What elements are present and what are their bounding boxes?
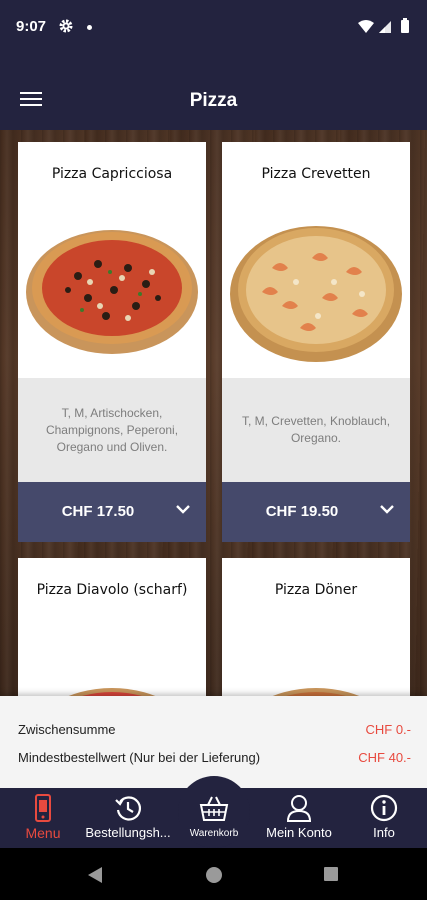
home-icon[interactable] <box>205 866 223 884</box>
product-price-bar[interactable]: CHF 17.50 <box>18 482 206 542</box>
settings-gear-icon <box>59 19 73 33</box>
product-card-crevetten[interactable]: Pizza Crevetten T, M, Crevetten, Knoblau… <box>222 142 410 542</box>
status-icons <box>358 18 409 33</box>
product-card-doener[interactable]: Pizza Döner <box>222 558 410 696</box>
product-card-diavolo[interactable]: Pizza Diavolo (scharf) <box>18 558 206 696</box>
product-description: T, M, Artischocken, Champignons, Peperon… <box>18 378 206 482</box>
pizza-doener-image <box>272 688 360 696</box>
menu-phone-icon <box>35 794 51 822</box>
nav-info-label: Info <box>373 825 395 840</box>
subtotal-value: CHF 0.- <box>365 722 412 737</box>
user-icon <box>286 795 312 822</box>
product-price-bar[interactable]: CHF 19.50 <box>222 482 410 542</box>
product-title: Pizza Crevetten <box>261 166 371 182</box>
product-card-capricciosa[interactable]: Pizza Capricciosa T, M, Artischocken, Ch… <box>18 142 206 542</box>
nav-cart-label: Warenkorb <box>189 828 239 839</box>
basket-icon <box>199 796 229 821</box>
signal-icon <box>379 21 391 33</box>
nav-menu-label: Menu <box>25 825 61 841</box>
chevron-down-icon[interactable] <box>176 504 190 514</box>
subtotal-label: Zwischensumme <box>18 722 116 737</box>
subtotal-row: Zwischensumme CHF 0.- <box>18 722 411 742</box>
product-title: Pizza Döner <box>274 582 358 598</box>
pizza-crevetten-image <box>230 226 402 362</box>
bottom-navigation: Menu Bestellungsh... Warenkorb Mein Kont… <box>0 776 427 848</box>
history-icon <box>115 796 141 821</box>
battery-icon <box>401 18 409 33</box>
minimum-order-value: CHF 40.- <box>358 750 411 765</box>
nav-menu[interactable]: Menu <box>8 788 78 848</box>
nav-order-history[interactable]: Bestellungsh... <box>82 788 174 848</box>
back-icon[interactable] <box>86 866 104 884</box>
status-bar: 9:07 <box>0 0 427 56</box>
notification-dot-icon <box>87 25 92 30</box>
wifi-icon <box>358 20 374 33</box>
recents-icon[interactable] <box>323 866 339 882</box>
product-description: T, M, Crevetten, Knoblauch, Oregano. <box>222 378 410 482</box>
info-icon <box>370 794 398 822</box>
system-navigation-bar <box>0 848 427 900</box>
nav-cart[interactable]: Warenkorb <box>178 788 250 848</box>
product-price: CHF 19.50 <box>265 503 339 520</box>
product-title: Pizza Diavolo (scharf) <box>36 582 188 598</box>
product-grid[interactable]: Pizza Capricciosa T, M, Artischocken, Ch… <box>0 130 427 696</box>
pizza-diavolo-image <box>68 688 156 696</box>
pizza-capricciosa-image <box>26 230 198 354</box>
product-title: Pizza Capricciosa <box>51 166 173 182</box>
chevron-down-icon[interactable] <box>380 504 394 514</box>
minimum-order-row: Mindestbestellwert (Nur bei der Lieferun… <box>18 750 411 770</box>
nav-account-label: Mein Konto <box>266 825 332 840</box>
minimum-order-label: Mindestbestellwert (Nur bei der Lieferun… <box>18 750 261 765</box>
order-summary: Zwischensumme CHF 0.- Mindestbestellwert… <box>0 696 427 788</box>
nav-account[interactable]: Mein Konto <box>258 788 340 848</box>
nav-order-history-label: Bestellungsh... <box>85 825 171 840</box>
product-price: CHF 17.50 <box>61 503 135 520</box>
nav-info[interactable]: Info <box>350 788 418 848</box>
page-title: Pizza <box>189 90 238 111</box>
status-time: 9:07 <box>16 18 47 35</box>
app-bar: Pizza <box>0 56 427 130</box>
